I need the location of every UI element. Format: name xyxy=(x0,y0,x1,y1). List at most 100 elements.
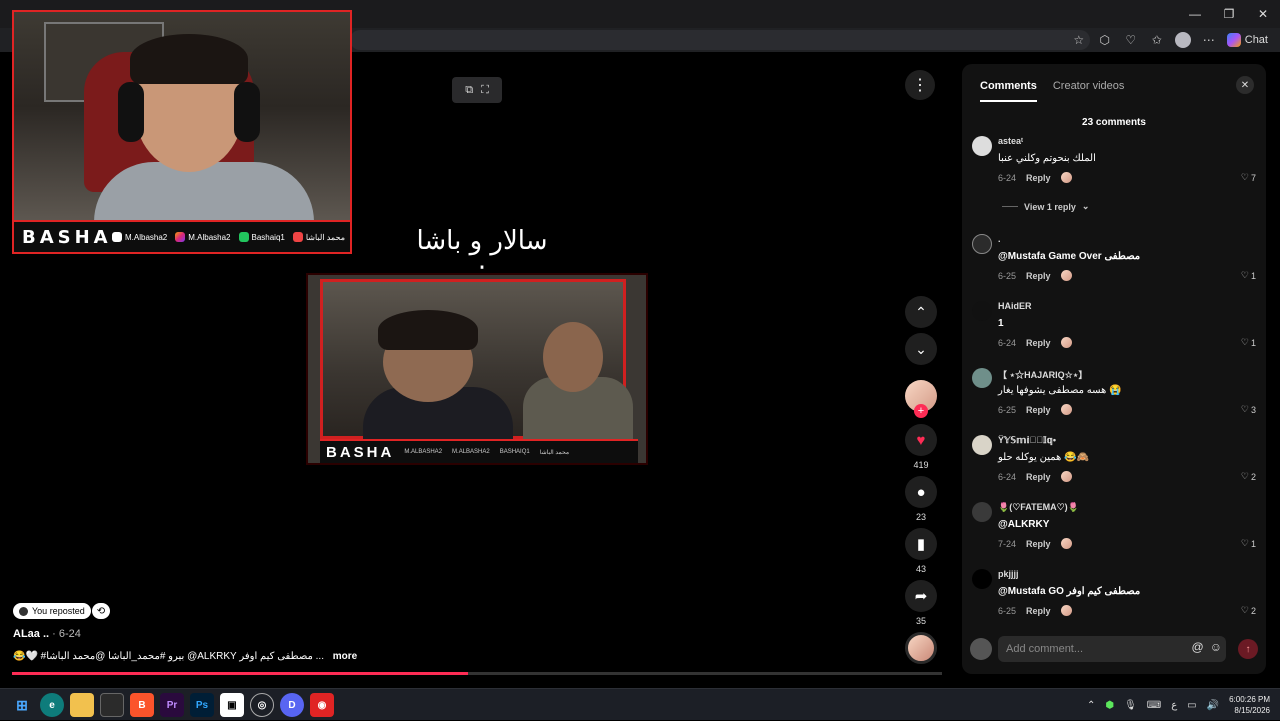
emoji-icon[interactable]: ☺ xyxy=(1210,640,1222,654)
avatar[interactable] xyxy=(972,301,992,321)
avatar[interactable] xyxy=(972,569,992,589)
comment-user[interactable]: asteaᵗ xyxy=(998,136,1023,146)
comment-user[interactable]: 【 ⋆☆HAJARIQ☆⋆】 xyxy=(998,368,1087,381)
comment-user[interactable]: HAidER xyxy=(998,301,1032,311)
comment-like-button[interactable]: ♡ 1 xyxy=(1241,337,1256,348)
comment-like-button[interactable]: ♡ 7 xyxy=(1241,172,1256,183)
chevron-up-icon[interactable]: ⌃ xyxy=(1087,700,1095,711)
maximize-icon[interactable]: ❐ xyxy=(1212,0,1246,28)
iv-person2-head xyxy=(543,322,603,392)
close-icon[interactable]: ✕ xyxy=(1236,76,1254,94)
inner-streamer-banner: BASHA M.ALBASHA2 M.ALBASHA2 BASHAIQ1 محم… xyxy=(320,439,638,463)
avatar[interactable] xyxy=(972,234,992,254)
comment-like-button[interactable]: ♡ 2 xyxy=(1241,471,1256,482)
repost-icon[interactable]: ⟲ xyxy=(92,603,110,619)
comment-like-button[interactable]: ♡ 3 xyxy=(1241,404,1256,415)
comment-user[interactable]: pkjjjj xyxy=(998,569,1019,579)
avatar[interactable] xyxy=(972,368,992,388)
inner-social-3: محمد الباشا xyxy=(539,449,570,456)
video-progress-bar[interactable] xyxy=(12,672,942,675)
music-disc-icon[interactable] xyxy=(905,632,937,664)
edge-browser-icon[interactable]: e xyxy=(40,693,64,717)
windows-start-icon[interactable]: ⊞ xyxy=(10,693,34,717)
stream-app-icon[interactable]: ◉ xyxy=(310,693,334,717)
store-icon[interactable] xyxy=(100,693,124,717)
picture-in-picture-icon[interactable]: ⧉ xyxy=(465,84,473,97)
avatar[interactable] xyxy=(972,136,992,156)
comment-like-button[interactable]: ♡ 2 xyxy=(1241,605,1256,616)
keyboard-icon[interactable]: ⌨ xyxy=(1147,700,1161,711)
photoshop-icon[interactable]: Ps xyxy=(190,693,214,717)
cam-headphone-left xyxy=(118,82,144,142)
comment-like-button[interactable]: ♡ 1 xyxy=(1241,270,1256,281)
tiktok-handle: M.Albasha2 xyxy=(112,232,167,242)
next-video-button[interactable]: ⌄ xyxy=(905,333,937,365)
reply-button[interactable]: Reply xyxy=(1026,173,1051,183)
reposted-badge: You reposted xyxy=(13,603,91,619)
view-replies-button[interactable]: View 1 reply ⌄ xyxy=(1002,201,1089,212)
premiere-pro-icon[interactable]: Pr xyxy=(160,693,184,717)
send-icon[interactable]: ↑ xyxy=(1238,639,1258,659)
browser-toolbar: ☆ ⬡ ♡ ✩ ⋯ Chat xyxy=(1071,28,1268,52)
reply-button[interactable]: Reply xyxy=(1026,539,1051,549)
share-button[interactable]: ➦ xyxy=(905,580,937,612)
avatar[interactable] xyxy=(972,502,992,522)
favorite-star-icon[interactable]: ☆ xyxy=(1071,32,1087,48)
heart-icon: ♥ xyxy=(916,431,926,449)
comment-user[interactable]: . xyxy=(998,234,1001,244)
favorites-icon[interactable]: ✩ xyxy=(1149,32,1165,48)
webcam-feed xyxy=(14,12,350,222)
file-explorer-icon[interactable] xyxy=(70,693,94,717)
close-window-icon[interactable]: ✕ xyxy=(1246,0,1280,28)
reply-button[interactable]: Reply xyxy=(1026,472,1051,482)
follow-plus-icon[interactable]: + xyxy=(914,404,928,418)
comment-user[interactable]: Ÿ𝕐𝕊𝕞𝕚𝕟⃟𝕀𝕢• xyxy=(998,435,1056,446)
security-shield-icon[interactable]: ⬢ xyxy=(1105,700,1114,711)
minimize-icon[interactable]: — xyxy=(1178,0,1212,28)
network-icon[interactable]: ▭ xyxy=(1187,700,1196,711)
brave-browser-icon[interactable]: B xyxy=(130,693,154,717)
copilot-chat-button[interactable]: Chat xyxy=(1226,33,1268,47)
comment-like-button[interactable]: ♡ 1 xyxy=(1241,538,1256,549)
author-name: ALaa .. xyxy=(13,628,50,640)
cam-body xyxy=(94,162,314,222)
avatar[interactable] xyxy=(972,435,992,455)
comment-date: 7-24 xyxy=(998,538,1017,549)
volume-icon[interactable]: 🔊 xyxy=(1207,700,1219,711)
copilot-icon xyxy=(1226,33,1241,47)
streamer-brand: BASHA xyxy=(22,226,112,248)
browser-essentials-icon[interactable]: ♡ xyxy=(1123,32,1139,48)
inner-social-1: M.ALBASHA2 xyxy=(452,449,490,455)
tab-creator-videos[interactable]: Creator videos xyxy=(1053,80,1125,102)
extensions-icon[interactable]: ⬡ xyxy=(1097,32,1113,48)
share-count: 35 xyxy=(915,616,926,626)
reply-button[interactable]: Reply xyxy=(1026,338,1051,348)
heart-outline-icon: ♡ xyxy=(1240,270,1249,280)
tab-comments[interactable]: Comments xyxy=(980,80,1037,102)
more-options-icon[interactable]: ⋮ xyxy=(905,70,935,100)
video-author[interactable]: ALaa .. · 6-24 xyxy=(13,628,81,640)
comment-button[interactable]: ● xyxy=(905,476,937,508)
more-link[interactable]: more xyxy=(333,651,357,662)
save-button[interactable]: ▮ xyxy=(905,528,937,560)
system-clock[interactable]: 6:00:26 PM 8/15/2026 xyxy=(1229,694,1270,716)
tools-app-icon[interactable]: ▣ xyxy=(220,693,244,717)
microphone-icon[interactable]: 🎙 xyxy=(1124,700,1137,711)
language-indicator[interactable]: ع xyxy=(1171,700,1177,711)
discord-icon[interactable]: D xyxy=(280,693,304,717)
profile-avatar[interactable] xyxy=(1174,32,1191,48)
comment-input[interactable]: Add comment... @ ☺ xyxy=(998,636,1226,662)
mention-icon[interactable]: @ xyxy=(1192,640,1204,654)
comment-user[interactable]: 🌷(♡FATEMA♡)🌷 xyxy=(998,502,1079,513)
fullscreen-icon[interactable]: ⛶ xyxy=(481,84,489,97)
more-menu-icon[interactable]: ⋯ xyxy=(1201,32,1217,48)
reply-button[interactable]: Reply xyxy=(1026,405,1051,415)
url-field[interactable] xyxy=(350,30,1090,50)
like-button[interactable]: ♥ xyxy=(905,424,937,456)
reply-button[interactable]: Reply xyxy=(1026,271,1051,281)
share-arrow-icon: ➦ xyxy=(914,588,928,605)
video-player[interactable]: BASHA M.ALBASHA2 M.ALBASHA2 BASHAIQ1 محم… xyxy=(306,273,648,465)
previous-video-button[interactable]: ⌃ xyxy=(905,296,937,328)
obs-studio-icon[interactable]: ◎ xyxy=(250,693,274,717)
reply-button[interactable]: Reply xyxy=(1026,606,1051,616)
